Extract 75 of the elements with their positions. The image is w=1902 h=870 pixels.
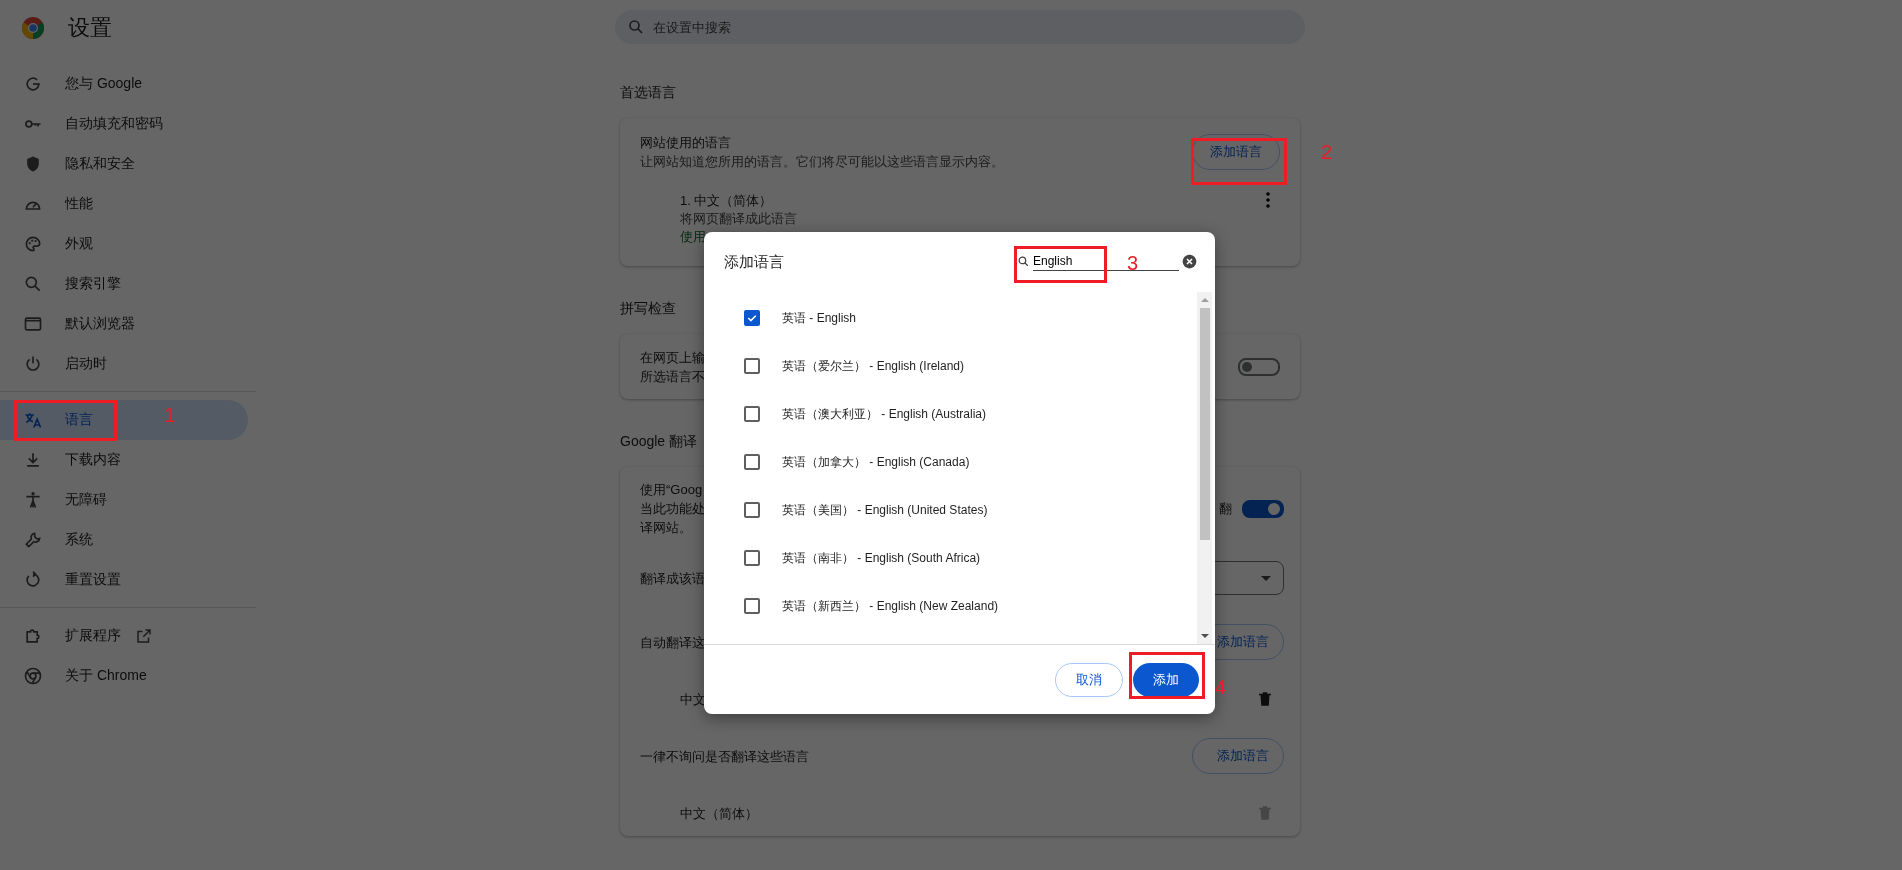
caret-icon (1261, 575, 1271, 581)
checkbox[interactable] (744, 358, 760, 374)
scroll-down-icon[interactable] (1200, 634, 1209, 638)
section-heading: 拼写检查 (620, 299, 676, 318)
language-note: 将网页翻译成此语言 (680, 210, 797, 228)
sidebar-item[interactable]: 隐私和安全 (0, 144, 248, 184)
sidebar-item[interactable]: 无障碍 (0, 480, 248, 520)
language-option[interactable]: 英语（南非） - English (South Africa) (704, 534, 1197, 582)
sidebar-item[interactable]: 启动时 (0, 344, 248, 384)
sidebar-item[interactable]: 关于 Chrome (0, 656, 248, 696)
toggle-switch[interactable] (1242, 499, 1284, 518)
annotation-number: 2 (1321, 140, 1333, 164)
external-link-icon[interactable] (135, 627, 153, 645)
setting-text: 所选语言不 (640, 367, 705, 386)
checkbox[interactable] (744, 310, 760, 326)
sidebar-item[interactable]: 外观 (0, 224, 248, 264)
person-icon (23, 490, 43, 510)
sidebar-item[interactable]: 您与 Google (0, 64, 248, 104)
setting-text: 在网页上输 (640, 348, 705, 367)
setting-label: 自动翻译这 (640, 633, 705, 652)
cancel-button[interactable]: 取消 (1055, 662, 1123, 697)
checkbox[interactable] (744, 502, 760, 518)
checkbox[interactable] (744, 598, 760, 614)
setting-description: 让网站知道您所用的语言。它们将尽可能以这些语言显示内容。 (640, 153, 1004, 171)
sidebar-item[interactable]: 系统 (0, 520, 248, 560)
language-option[interactable]: 英语（美国） - English (United States) (704, 486, 1197, 534)
translate-icon (23, 410, 43, 430)
setting-text: 当此功能处 (640, 500, 705, 518)
g-icon (23, 74, 43, 94)
sidebar-item[interactable]: 下载内容 (0, 440, 248, 480)
delete-icon[interactable] (1256, 690, 1274, 708)
section-heading: Google 翻译 (620, 432, 698, 451)
palette-icon (23, 234, 43, 254)
language-option[interactable]: 英语（澳大利亚） - English (Australia) (704, 390, 1197, 438)
setting-text: 译网站。 (640, 519, 693, 537)
language-option[interactable]: 英语 - English (704, 294, 1197, 342)
wrench-icon (23, 530, 43, 550)
search-icon (1017, 254, 1030, 268)
sidebar-item[interactable]: 自动填充和密码 (0, 104, 248, 144)
sidebar-item[interactable]: 性能 (0, 184, 248, 224)
language-name: 中文（简体） (680, 804, 758, 823)
setting-title: 网站使用的语言 (640, 134, 732, 152)
language-name: 1. 中文（简体） (680, 192, 774, 210)
power-icon (23, 354, 43, 374)
language-status: 使用 (680, 228, 707, 246)
checkbox[interactable] (744, 550, 760, 566)
sidebar-item[interactable]: 搜索引擎 (0, 264, 248, 304)
language-option[interactable]: 英语（加拿大） - English (Canada) (704, 438, 1197, 486)
section-heading: 首选语言 (620, 83, 676, 102)
annotation-number: 1 (164, 403, 176, 427)
setting-text: 翻 (1219, 500, 1232, 518)
app-logo-icon (21, 16, 45, 40)
add-button[interactable]: 添加 (1133, 662, 1199, 697)
toggle-switch[interactable] (1238, 357, 1280, 376)
sidebar-item[interactable]: 默认浏览器 (0, 304, 248, 344)
sidebar-item[interactable]: 重置设置 (0, 560, 248, 600)
language-option[interactable]: 英语（爱尔兰） - English (Ireland) (704, 342, 1197, 390)
annotation-number: 4 (1215, 675, 1227, 699)
search-field[interactable]: 在设置中搜索 (615, 10, 1305, 44)
page-title: 设置 (68, 14, 112, 42)
setting-label: 翻译成该语 (640, 569, 705, 588)
setting-text: 使用“Goog (640, 481, 704, 499)
checkbox[interactable] (744, 406, 760, 422)
scrollbar[interactable] (1197, 292, 1212, 644)
checkbox[interactable] (744, 454, 760, 470)
add-language-button[interactable]: 添加语言 (1192, 738, 1284, 774)
search-icon (627, 18, 645, 36)
window-icon (23, 314, 43, 334)
more-icon[interactable] (1266, 192, 1270, 208)
aperture-icon (23, 666, 43, 686)
clear-icon[interactable] (1182, 253, 1197, 269)
sidebar-item[interactable]: 扩展程序 (0, 616, 248, 656)
search-icon (23, 274, 43, 294)
puzzle-icon (23, 626, 43, 646)
dialog-title: 添加语言 (724, 252, 784, 272)
